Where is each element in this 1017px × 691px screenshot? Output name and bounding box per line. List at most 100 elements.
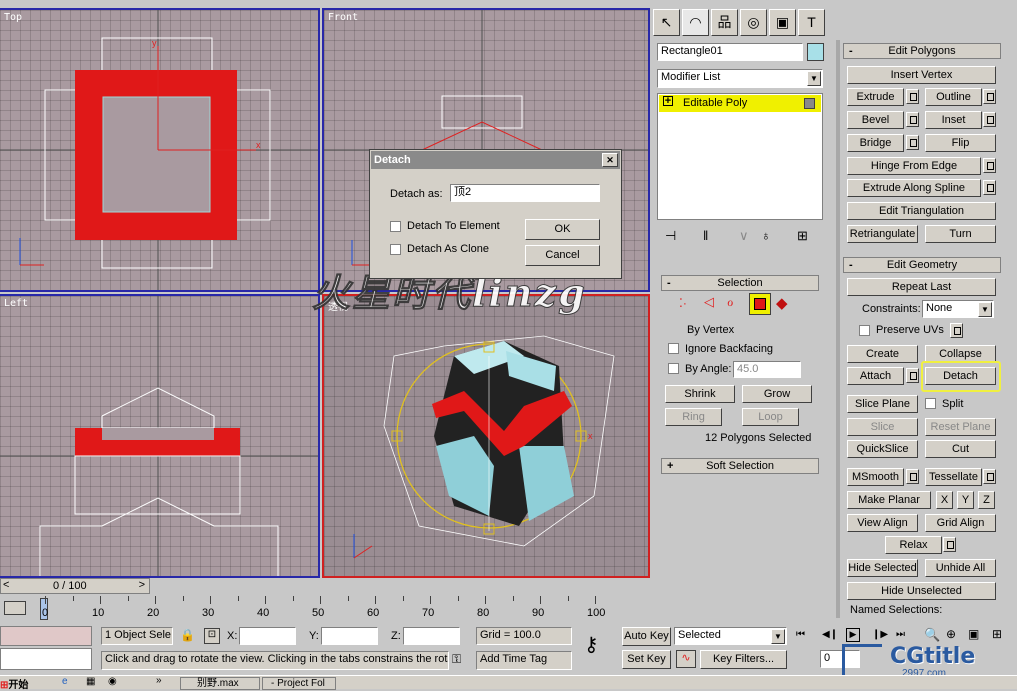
- zoom-all-icon[interactable]: ⊕: [946, 627, 956, 641]
- chevron-down-icon[interactable]: ▼: [807, 71, 821, 86]
- stack-item-editable-poly[interactable]: + Editable Poly: [659, 95, 821, 112]
- selection-rollout-header[interactable]: - Selection: [661, 275, 819, 291]
- z-coord-field[interactable]: [403, 627, 460, 645]
- hinge-settings-button[interactable]: [983, 158, 996, 173]
- track-bar-icon[interactable]: [4, 601, 26, 615]
- quicklaunch-desktop-icon[interactable]: ▦: [86, 676, 95, 687]
- unhide-all-button[interactable]: Unhide All: [925, 559, 996, 577]
- previous-frame-icon[interactable]: ◀❙: [822, 629, 838, 640]
- zoom-icon[interactable]: 🔍: [924, 627, 940, 643]
- bevel-settings-button[interactable]: [906, 112, 919, 127]
- taskbar-button-max[interactable]: 别野.max: [180, 677, 260, 690]
- remove-modifier-icon[interactable]: ♁: [761, 228, 771, 243]
- view-align-button[interactable]: View Align: [847, 514, 918, 532]
- slice-button[interactable]: Slice: [847, 418, 918, 436]
- inset-button[interactable]: Inset: [925, 111, 982, 129]
- go-to-start-icon[interactable]: ⏮: [796, 629, 805, 640]
- create-button[interactable]: Create: [847, 345, 918, 363]
- dialog-titlebar[interactable]: Detach ✕: [371, 151, 620, 169]
- viewport-top[interactable]: Top y x: [0, 8, 320, 292]
- shrink-button[interactable]: Shrink: [665, 385, 735, 403]
- inset-settings-button[interactable]: [983, 112, 996, 127]
- ignore-backfacing-checkbox[interactable]: [668, 343, 679, 354]
- tessellate-button[interactable]: Tessellate: [925, 468, 982, 486]
- taskbar-button-folder[interactable]: - Project Fol: [262, 677, 336, 690]
- quicklaunch-media-icon[interactable]: ◉: [108, 676, 117, 687]
- edge-level-icon[interactable]: ◁: [704, 294, 714, 310]
- key-filters-button[interactable]: Key Filters...: [700, 650, 787, 669]
- lock-icon[interactable]: 🔒: [180, 628, 195, 642]
- border-level-icon[interactable]: ℴ: [727, 293, 733, 310]
- repeat-last-button[interactable]: Repeat Last: [847, 278, 996, 296]
- planar-z-button[interactable]: Z: [978, 491, 995, 509]
- reset-plane-button[interactable]: Reset Plane: [925, 418, 996, 436]
- configure-modifier-icon[interactable]: ⊞: [797, 228, 808, 244]
- object-color-swatch[interactable]: [807, 43, 824, 61]
- show-end-result-icon[interactable]: ǁ: [703, 228, 708, 243]
- extrude-spline-settings-button[interactable]: [983, 180, 996, 195]
- set-key-button[interactable]: Set Key: [622, 650, 671, 669]
- time-slider[interactable]: < 0 / 100 >: [0, 578, 150, 594]
- tessellate-settings-button[interactable]: [983, 469, 996, 484]
- quicklaunch-ie-icon[interactable]: e: [62, 676, 68, 687]
- make-planar-button[interactable]: Make Planar: [847, 491, 931, 509]
- expand-icon[interactable]: +: [663, 96, 673, 107]
- msmooth-button[interactable]: MSmooth: [847, 468, 904, 486]
- pin-stack-icon[interactable]: ⊣: [665, 228, 676, 244]
- relax-button[interactable]: Relax: [885, 536, 942, 554]
- vertex-level-icon[interactable]: ⁚·: [679, 296, 687, 310]
- planar-x-button[interactable]: X: [936, 491, 953, 509]
- maxscript-listener-pink[interactable]: [0, 626, 92, 646]
- key-selection-dropdown[interactable]: Selected ▼: [674, 627, 787, 645]
- stack-item-toggle[interactable]: [804, 98, 815, 109]
- modifier-list-dropdown[interactable]: Modifier List ▼: [657, 69, 823, 88]
- add-time-tag[interactable]: Add Time Tag: [476, 651, 572, 670]
- utilities-tab-icon[interactable]: T: [798, 9, 825, 36]
- soft-selection-rollout-header[interactable]: + Soft Selection: [661, 458, 819, 474]
- hide-selected-button[interactable]: Hide Selected: [847, 559, 918, 577]
- absolute-mode-icon[interactable]: ⊡: [204, 628, 220, 644]
- bridge-button[interactable]: Bridge: [847, 134, 904, 152]
- attach-button[interactable]: Attach: [847, 367, 904, 385]
- start-button[interactable]: ⊞开始: [0, 676, 50, 691]
- time-tag-icon[interactable]: ⚿: [452, 652, 461, 667]
- attach-settings-button[interactable]: [906, 368, 919, 383]
- viewport-left[interactable]: Left: [0, 294, 320, 578]
- ok-button[interactable]: OK: [525, 219, 600, 240]
- planar-y-button[interactable]: Y: [957, 491, 974, 509]
- retriangulate-button[interactable]: Retriangulate: [847, 225, 918, 243]
- insert-vertex-button[interactable]: Insert Vertex: [847, 66, 996, 84]
- detach-as-clone-checkbox[interactable]: [390, 244, 401, 255]
- make-unique-icon[interactable]: ∨: [739, 228, 749, 244]
- msmooth-settings-button[interactable]: [906, 469, 919, 484]
- flip-button[interactable]: Flip: [925, 134, 996, 152]
- grow-button[interactable]: Grow: [742, 385, 812, 403]
- viewport-perspective[interactable]: 透视 x: [322, 294, 650, 578]
- chevron-down-icon[interactable]: ▼: [978, 302, 992, 317]
- polygon-level-icon[interactable]: [749, 293, 771, 315]
- bridge-settings-button[interactable]: [906, 135, 919, 150]
- edit-geometry-rollout-header[interactable]: - Edit Geometry: [843, 257, 1001, 273]
- close-icon[interactable]: ✕: [602, 153, 618, 167]
- hinge-from-edge-button[interactable]: Hinge From Edge: [847, 157, 981, 175]
- quickslice-button[interactable]: QuickSlice: [847, 440, 918, 458]
- constraints-dropdown[interactable]: None ▼: [922, 300, 994, 318]
- split-checkbox[interactable]: [925, 398, 936, 409]
- relax-settings-button[interactable]: [943, 537, 956, 552]
- outline-settings-button[interactable]: [983, 89, 996, 104]
- by-angle-checkbox[interactable]: [668, 363, 679, 374]
- modify-tab-icon[interactable]: ◠: [682, 9, 709, 36]
- go-to-end-icon[interactable]: ⏭: [896, 629, 905, 640]
- outline-button[interactable]: Outline: [925, 88, 982, 106]
- display-tab-icon[interactable]: ▣: [769, 9, 796, 36]
- preserve-uvs-checkbox[interactable]: [859, 325, 870, 336]
- quicklaunch-chevron[interactable]: »: [156, 675, 162, 686]
- edit-triangulation-button[interactable]: Edit Triangulation: [847, 202, 996, 220]
- grid-align-button[interactable]: Grid Align: [925, 514, 996, 532]
- zoom-extents-all-icon[interactable]: ⊞: [992, 627, 1002, 641]
- next-frame-icon[interactable]: ❙▶: [872, 629, 888, 640]
- zoom-extents-icon[interactable]: ▣: [968, 627, 979, 641]
- hierarchy-tab-icon[interactable]: 品: [711, 9, 738, 36]
- element-level-icon[interactable]: ◆: [776, 294, 788, 312]
- motion-tab-icon[interactable]: ◎: [740, 9, 767, 36]
